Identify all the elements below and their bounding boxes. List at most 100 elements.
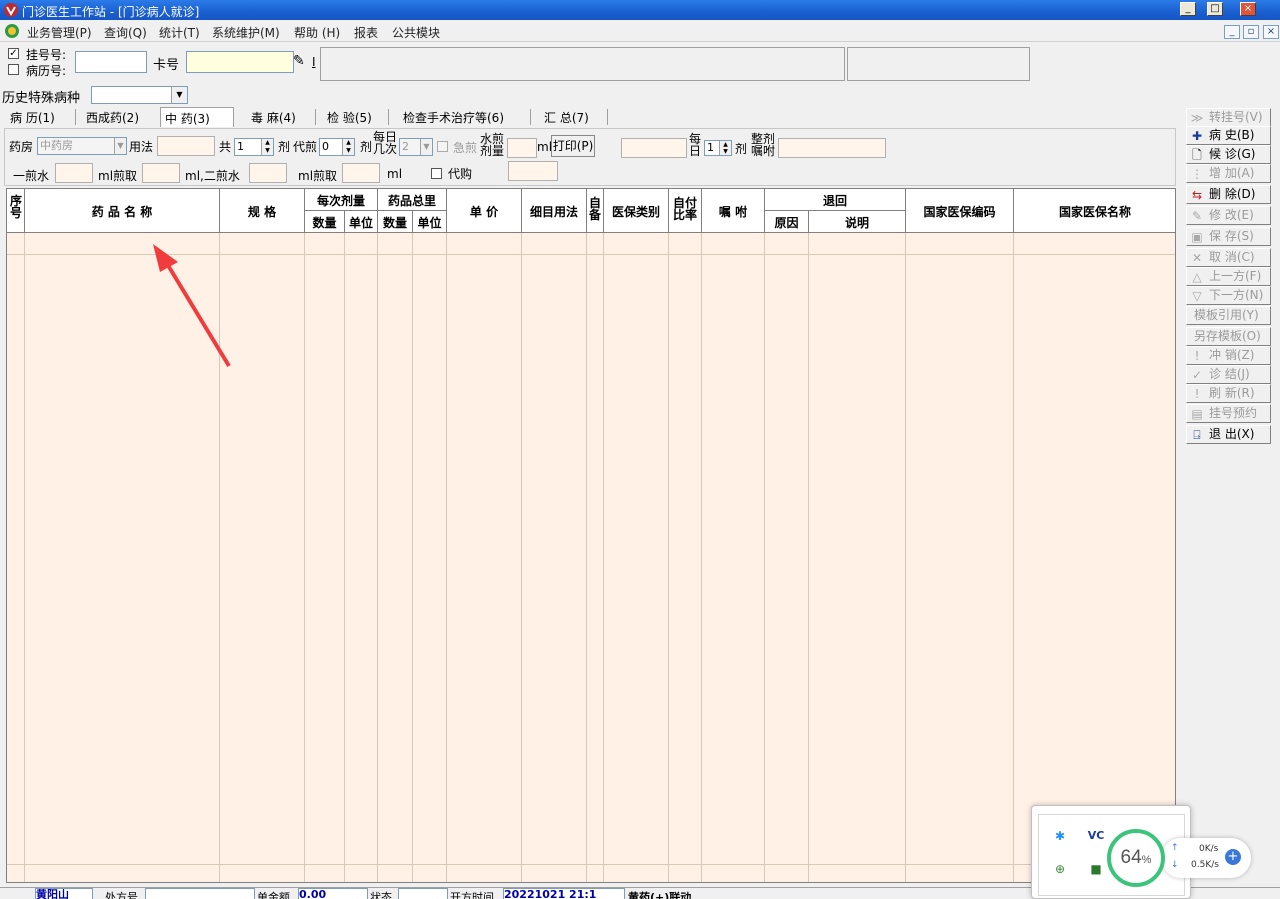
daily-times-select[interactable]: 2 ▼	[399, 138, 433, 156]
first-take-label: ml煎取	[98, 169, 138, 183]
medicine-table: 序号 药 品 名 称 规 格 每次剂量 数量 单位 药品总里 数量 单位 单 价…	[6, 188, 1176, 883]
whole-dose-input[interactable]	[778, 138, 886, 158]
prev-prescription-button[interactable]: △ 上一方(F)	[1186, 267, 1271, 286]
usage-input[interactable]	[157, 136, 215, 156]
maximize-button[interactable]: □	[1207, 2, 1223, 16]
col-price: 单 价	[469, 205, 499, 219]
grid-app-icon[interactable]: ■	[1087, 860, 1105, 878]
reg-no-checkbox[interactable]: ✓	[8, 48, 19, 59]
save-button[interactable]: ▣ 保 存(S)	[1186, 227, 1271, 246]
tab-summary[interactable]: 汇 总(7)	[540, 109, 593, 126]
patient-lookup-panel: ✓ 挂号号: 病历号: 卡号 ✎ I	[0, 43, 1280, 85]
amount-value: 0.00	[298, 888, 368, 899]
first-take-input[interactable]	[142, 163, 180, 183]
end-ml-label: ml	[387, 167, 403, 181]
network-speed-panel: ↑ 0K/s ↓ 0.5K/s +	[1161, 838, 1251, 878]
save-template-button[interactable]: 另存模板(O)	[1186, 327, 1271, 346]
next-prescription-button[interactable]: ▽ 下一方(N)	[1186, 286, 1271, 305]
menu-public[interactable]: 公共模块	[392, 24, 440, 41]
add-app-icon[interactable]: ⊕	[1051, 860, 1069, 878]
pharmacy-select[interactable]: 中药房 ▼	[37, 137, 127, 155]
vc-icon[interactable]: VC	[1087, 827, 1105, 845]
mdi-restore-button[interactable]: ▫	[1243, 25, 1259, 39]
first-water-input[interactable]	[55, 163, 93, 183]
proxy-label: 代购	[448, 167, 473, 181]
water-dose-input[interactable]	[507, 138, 537, 158]
tab-exam-surgery[interactable]: 检查手术治疗等(6)	[399, 109, 508, 126]
first-water-label: 一煎水	[13, 169, 50, 183]
transfer-registration-button[interactable]: ≫ 转挂号(V)	[1186, 108, 1271, 127]
per-day-label: 每日	[689, 132, 702, 158]
mdi-minimize-button[interactable]: _	[1224, 25, 1240, 39]
plus-icon: ✚	[1191, 129, 1203, 143]
refresh-button[interactable]: ! 刷 新(R)	[1186, 384, 1271, 403]
up-icon: △	[1192, 270, 1202, 284]
second-water-input[interactable]	[249, 163, 287, 183]
tab-bar: 病 历(1) 西成药(2) 中 药(3) 毒 麻(4) 检 验(5) 检查手术治…	[0, 107, 1180, 127]
col-total: 药品总里	[387, 194, 436, 208]
delete-button[interactable]: ⇆ 删 除(D)	[1186, 185, 1271, 204]
cancel-button[interactable]: ✕ 取 消(C)	[1186, 248, 1271, 267]
prescription-no-value	[145, 888, 255, 899]
tab-lab-test[interactable]: 检 验(5)	[323, 109, 376, 126]
menu-system[interactable]: 系统维护(M)	[212, 24, 280, 41]
per-day-note-input[interactable]	[621, 138, 687, 158]
card-no-input[interactable]	[186, 51, 294, 73]
expand-plus-icon[interactable]: +	[1225, 849, 1241, 865]
proxy-input[interactable]	[508, 161, 558, 181]
card-label: 卡号	[153, 58, 180, 73]
card-read-icon[interactable]: ✎	[293, 53, 305, 69]
col-per-dose-qty: 数量	[312, 216, 337, 230]
tab-narcotics[interactable]: 毒 麻(4)	[247, 109, 300, 126]
close-button[interactable]: ×	[1240, 2, 1256, 16]
tab-western-medicine[interactable]: 西成药(2)	[82, 109, 143, 126]
decoct-spinner[interactable]: 0 ▲ ▼	[319, 138, 355, 156]
col-nat-name: 国家医保名称	[1058, 205, 1131, 219]
tab-medical-record[interactable]: 病 历(1)	[6, 109, 59, 126]
reg-no-input[interactable]	[75, 51, 147, 73]
exit-button[interactable]: ⍈ 退 出(X)	[1186, 425, 1271, 444]
appointment-button[interactable]: ▤ 挂号预约	[1186, 404, 1271, 423]
menu-help[interactable]: 帮助 (H)	[294, 24, 340, 41]
second-take-input[interactable]	[342, 163, 380, 183]
history-disease-select[interactable]: ▼	[91, 86, 188, 104]
memory-gauge[interactable]: 64%	[1107, 829, 1165, 887]
exit-icon: ⍈	[1193, 428, 1201, 442]
finish-diagnosis-button[interactable]: ✓ 诊 结(J)	[1186, 365, 1271, 384]
delete-icon: ⇆	[1191, 188, 1203, 202]
history-button[interactable]: ✚ 病 史(B)	[1186, 126, 1271, 145]
add-icon: ⋮	[1191, 167, 1203, 181]
second-water-label: ml,二煎水	[185, 169, 240, 183]
chevron-down-icon: ▼	[114, 138, 126, 154]
menu-report[interactable]: 报表	[354, 24, 378, 41]
table-row[interactable]	[7, 254, 1175, 255]
reverse-button[interactable]: ! 冲 销(Z)	[1186, 346, 1271, 365]
menu-query[interactable]: 查询(Q)	[104, 24, 147, 41]
menu-business[interactable]: 业务管理(P)	[27, 24, 92, 41]
urgent-checkbox[interactable]	[437, 141, 448, 152]
app-shortcut-icon[interactable]: ✱	[1051, 827, 1069, 845]
waiting-button[interactable]: 🗋 候 诊(G)	[1186, 145, 1271, 164]
minimize-button[interactable]: _	[1180, 2, 1196, 16]
edit-button[interactable]: ✎ 修 改(E)	[1186, 206, 1271, 225]
decoct-label: 代煎	[293, 140, 318, 154]
menu-statistics[interactable]: 统计(T)	[159, 24, 200, 41]
transfer-icon: ≫	[1190, 111, 1204, 125]
whole-dose-label: 整剂嘱咐	[751, 132, 776, 158]
upload-arrow-icon: ↑	[1171, 843, 1179, 853]
document-icon: 🗋	[1192, 148, 1202, 162]
add-button[interactable]: ⋮ 增 加(A)	[1186, 164, 1271, 183]
per-day-spinner[interactable]: 1 ▲ ▼	[704, 140, 732, 156]
save-icon: ▣	[1191, 230, 1203, 244]
record-no-checkbox[interactable]	[8, 64, 19, 75]
proxy-checkbox[interactable]	[431, 168, 442, 179]
prescription-form: 药房 中药房 ▼ 用法 共 1 ▲ ▼ 剂 代煎 0 ▲ ▼ 剂 每日几次 2 ▼ 急煎 水…	[4, 128, 1176, 186]
menu-logo-icon	[5, 24, 19, 38]
app-logo-icon	[4, 3, 18, 17]
print-button[interactable]: 打印(P)	[551, 135, 595, 157]
total-dose-spinner[interactable]: 1 ▲ ▼	[234, 138, 274, 156]
tab-chinese-medicine[interactable]: 中 药(3)	[160, 107, 234, 127]
mdi-close-button[interactable]: ×	[1263, 25, 1279, 39]
window-title: 门诊医生工作站 - [门诊病人就诊]	[22, 5, 200, 19]
template-use-button[interactable]: 模板引用(Y)	[1186, 306, 1271, 325]
